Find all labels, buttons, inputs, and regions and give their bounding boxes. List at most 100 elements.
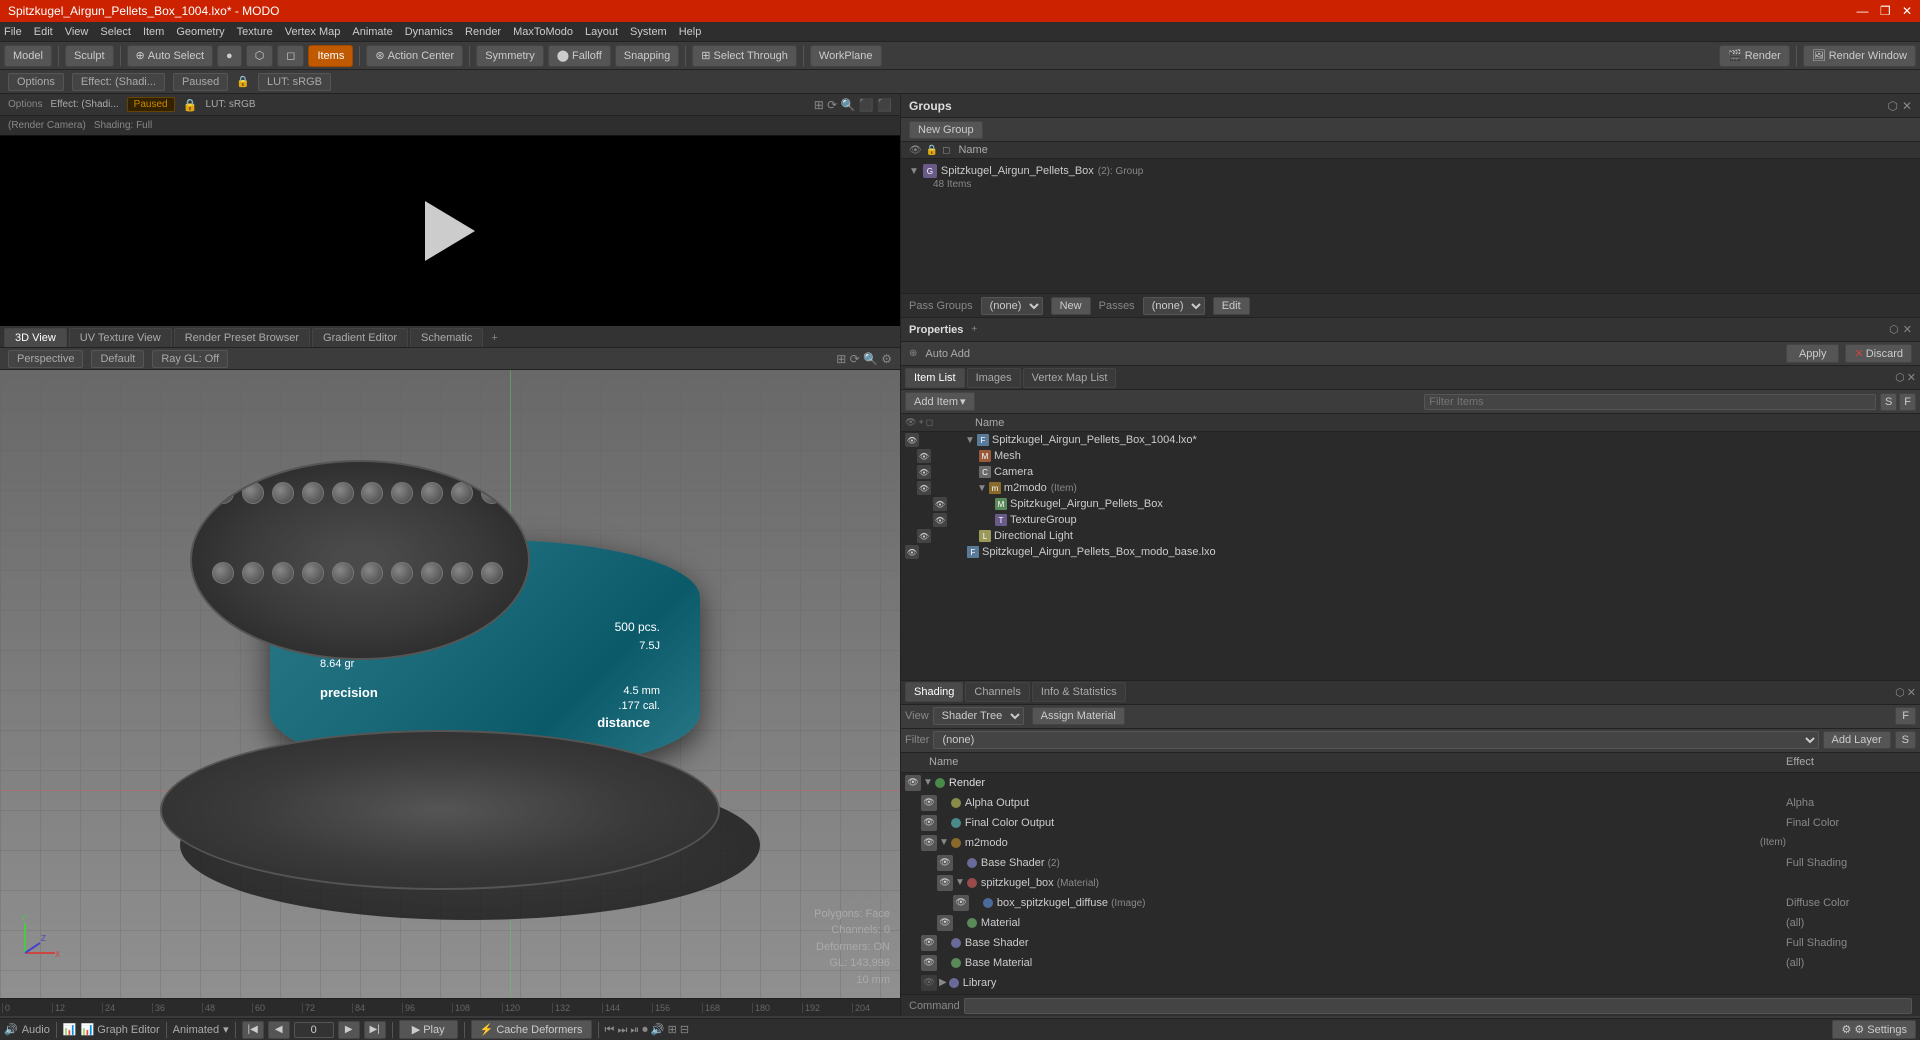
pass-groups-select[interactable]: (none) (981, 297, 1043, 315)
tab-schematic[interactable]: Schematic (410, 328, 483, 347)
graph-editor-btn[interactable]: 📊 📊 Graph Editor (63, 1023, 160, 1036)
menu-vertex-map[interactable]: Vertex Map (285, 26, 341, 38)
shader-tree-select[interactable]: Shader Tree (933, 707, 1024, 725)
lut-btn[interactable]: LUT: sRGB (258, 73, 331, 91)
menu-file[interactable]: File (4, 26, 22, 38)
add-layer-btn[interactable]: Add Layer (1823, 731, 1891, 749)
ray-gl-btn[interactable]: Ray GL: Off (152, 350, 228, 368)
tab-shading[interactable]: Shading (905, 682, 963, 702)
transport-prev-frame[interactable]: ◀ (268, 1021, 290, 1039)
play-btn[interactable]: ▶ Play (399, 1020, 458, 1039)
edge-btn[interactable]: ⬡ (246, 45, 274, 67)
options-btn[interactable]: Options (8, 73, 64, 91)
list-item[interactable]: 👁 T TextureGroup (901, 512, 1920, 528)
transport-next-frame[interactable]: ▶ (338, 1021, 360, 1039)
sh-row-material[interactable]: 👁 ▼ Material (all) (901, 913, 1920, 933)
menu-maxtomodo[interactable]: MaxToModo (513, 26, 573, 38)
tab-item-list[interactable]: Item List (905, 368, 965, 388)
sh-row-alpha[interactable]: 👁 ▼ Alpha Output Alpha (901, 793, 1920, 813)
effect-btn[interactable]: Effect: (Shadi... (72, 73, 165, 91)
item-list-max-icon[interactable]: ⬡ (1895, 371, 1905, 384)
filter-items-input[interactable] (1424, 394, 1876, 410)
new-pass-btn[interactable]: New (1051, 297, 1091, 315)
discard-btn[interactable]: ✕ Discard (1845, 344, 1912, 363)
shading-max-icon[interactable]: ⬡ (1895, 686, 1905, 699)
sh-row-m2modo[interactable]: 👁 ▼ m2modo (Item) (901, 833, 1920, 853)
minimize-btn[interactable]: — (1856, 4, 1868, 18)
perspective-select[interactable]: Perspective (8, 350, 83, 368)
apply-btn[interactable]: Apply (1786, 344, 1840, 363)
properties-close-icon[interactable]: ✕ (1903, 323, 1912, 336)
falloff-btn[interactable]: ⬤ Falloff (548, 45, 611, 67)
properties-max-icon[interactable]: ⬡ (1889, 323, 1899, 336)
menu-item[interactable]: Item (143, 26, 164, 38)
frame-input[interactable] (294, 1022, 334, 1038)
select-through-btn[interactable]: ⊞ Select Through (692, 45, 797, 67)
animated-select[interactable]: Animated ▾ (173, 1023, 229, 1036)
view3d-canvas[interactable]: Spitzkugel 500 pcs. 0.56 g 8.64 gr 7.5J … (0, 370, 900, 998)
tab-add-btn[interactable]: + (485, 329, 503, 347)
model-tab[interactable]: Model (4, 45, 52, 67)
face-btn[interactable]: ◻ (277, 45, 304, 67)
cache-deformers-btn[interactable]: ⚡ Cache Deformers (471, 1020, 592, 1039)
list-item[interactable]: 👁 M Spitzkugel_Airgun_Pellets_Box (901, 496, 1920, 512)
add-item-btn[interactable]: Add Item ▾ (905, 392, 975, 411)
default-select[interactable]: Default (91, 350, 144, 368)
menu-system[interactable]: System (630, 26, 667, 38)
menu-layout[interactable]: Layout (585, 26, 618, 38)
menu-edit[interactable]: Edit (34, 26, 53, 38)
items-btn[interactable]: Items (308, 45, 353, 67)
item-list-close-icon[interactable]: ✕ (1907, 371, 1916, 384)
new-group-btn[interactable]: New Group (909, 121, 983, 139)
list-item[interactable]: 👁 M Mesh (901, 448, 1920, 464)
item-list-s-icon[interactable]: S (1880, 393, 1897, 411)
sh-row-library[interactable]: 👁 ▶ Library (901, 973, 1920, 993)
tab-images[interactable]: Images (967, 368, 1021, 388)
sh-row-final[interactable]: 👁 ▼ Final Color Output Final Color (901, 813, 1920, 833)
menu-select[interactable]: Select (100, 26, 131, 38)
tab-channels[interactable]: Channels (965, 682, 1029, 702)
groups-expand-icon[interactable]: ⬡ (1887, 99, 1897, 113)
sh-row-spitzkugel-mat[interactable]: 👁 ▼ spitzkugel_box (Material) (901, 873, 1920, 893)
shading-close-icon[interactable]: ✕ (1907, 686, 1916, 699)
sh-row-base-material[interactable]: 👁 ▼ Base Material (all) (901, 953, 1920, 973)
render-area[interactable] (0, 136, 900, 326)
list-item[interactable]: 👁 C Camera (901, 464, 1920, 480)
edit-pass-btn[interactable]: Edit (1213, 297, 1250, 315)
menu-help[interactable]: Help (679, 26, 702, 38)
shading-filter-select[interactable]: (none) (933, 731, 1818, 749)
passes-select[interactable]: (none) (1143, 297, 1205, 315)
close-btn[interactable]: ✕ (1902, 4, 1912, 18)
menu-geometry[interactable]: Geometry (176, 26, 224, 38)
paused-btn[interactable]: Paused (173, 73, 228, 91)
sh-row-base-shader2[interactable]: 👁 ▼ Base Shader Full Shading (901, 933, 1920, 953)
list-item[interactable]: 👁 L Directional Light (901, 528, 1920, 544)
vertex-btn[interactable]: ● (217, 45, 242, 67)
shading-s-btn[interactable]: S (1895, 731, 1916, 749)
tab-uv-texture[interactable]: UV Texture View (69, 328, 172, 347)
transport-next-end[interactable]: ▶| (364, 1021, 386, 1039)
work-plane-btn[interactable]: WorkPlane (810, 45, 882, 67)
item-list-f-icon[interactable]: F (1899, 393, 1916, 411)
maximize-btn[interactable]: ❐ (1880, 4, 1891, 18)
tab-vertex-map[interactable]: Vertex Map List (1023, 368, 1117, 388)
menu-texture[interactable]: Texture (237, 26, 273, 38)
list-item[interactable]: 👁 ▼ F Spitzkugel_Airgun_Pellets_Box_1004… (901, 432, 1920, 448)
cmd-input[interactable] (964, 998, 1912, 1014)
render-window-btn[interactable]: 🖼 Render Window (1803, 45, 1916, 67)
tab-render-preset[interactable]: Render Preset Browser (174, 328, 310, 347)
sh-row-base-shader[interactable]: 👁 ▼ Base Shader (2) Full Shading (901, 853, 1920, 873)
list-item[interactable]: 👁 F Spitzkugel_Airgun_Pellets_Box_modo_b… (901, 544, 1920, 560)
action-center-btn[interactable]: ⊛ Action Center (366, 45, 463, 67)
menu-render[interactable]: Render (465, 26, 501, 38)
shading-f-btn[interactable]: F (1895, 707, 1916, 725)
tab-info-stats[interactable]: Info & Statistics (1032, 682, 1126, 702)
menu-view[interactable]: View (65, 26, 89, 38)
auto-select-btn[interactable]: ⊕ Auto Select (127, 45, 213, 67)
assign-material-btn[interactable]: Assign Material (1032, 707, 1125, 725)
audio-btn[interactable]: 🔊 Audio (4, 1023, 50, 1036)
groups-collapse-icon[interactable]: ✕ (1902, 99, 1912, 113)
snapping-btn[interactable]: Snapping (615, 45, 680, 67)
group-item[interactable]: ▼ G Spitzkugel_Airgun_Pellets_Box (2): G… (905, 163, 1916, 179)
sh-row-render[interactable]: 👁 ▼ Render (901, 773, 1920, 793)
